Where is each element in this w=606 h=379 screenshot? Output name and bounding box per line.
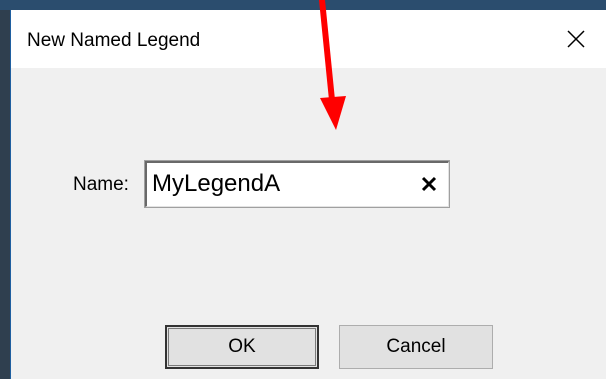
clear-x-icon bbox=[421, 176, 437, 192]
dialog-title: New Named Legend bbox=[27, 30, 201, 51]
name-input[interactable]: MyLegendA bbox=[144, 160, 450, 208]
background-window-strip bbox=[0, 0, 606, 10]
new-named-legend-dialog: New Named Legend Name: MyLegendA OK Canc… bbox=[10, 10, 606, 379]
ok-button[interactable]: OK bbox=[165, 325, 319, 369]
dialog-titlebar[interactable]: New Named Legend bbox=[11, 10, 606, 68]
close-icon bbox=[567, 30, 585, 48]
name-label: Name: bbox=[73, 174, 129, 195]
name-input-value: MyLegendA bbox=[152, 170, 281, 197]
dialog-content: Name: MyLegendA OK Cancel bbox=[11, 68, 606, 379]
screen: New Named Legend Name: MyLegendA OK Canc… bbox=[0, 0, 606, 379]
close-button[interactable] bbox=[546, 10, 606, 68]
cancel-button[interactable]: Cancel bbox=[339, 325, 493, 369]
clear-input-button[interactable] bbox=[418, 173, 440, 195]
